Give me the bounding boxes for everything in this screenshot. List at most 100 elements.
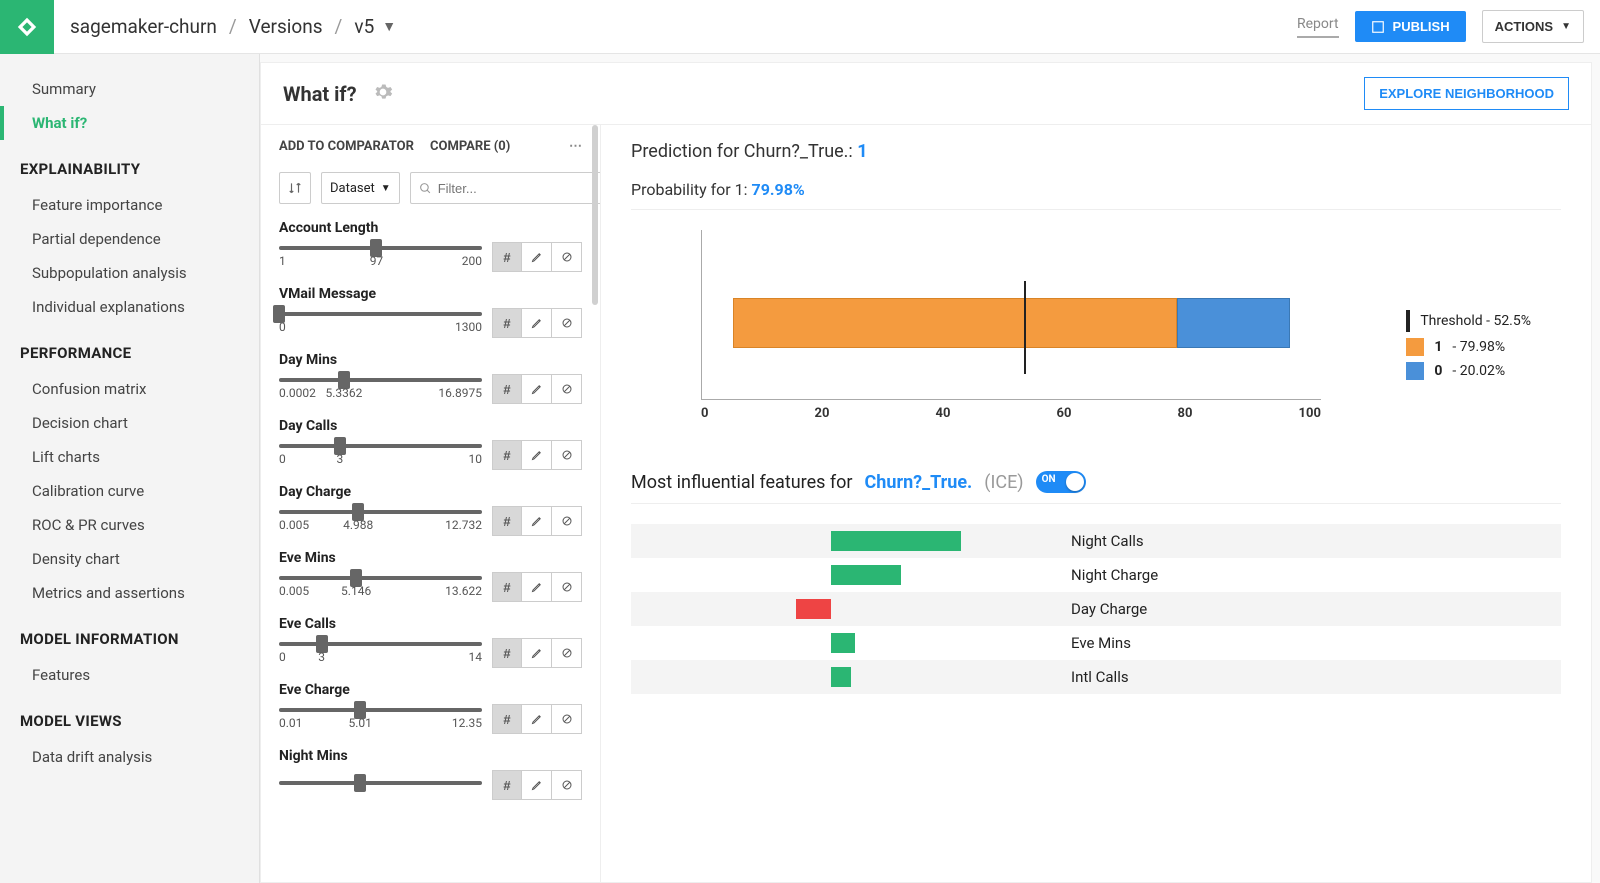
breadcrumb-version[interactable]: v5 bbox=[354, 15, 374, 38]
scrollbar[interactable] bbox=[592, 125, 598, 305]
sidebar-item-drift[interactable]: Data drift analysis bbox=[0, 740, 259, 774]
feature-slider[interactable]: 0 3 14 bbox=[279, 642, 482, 664]
sidebar-item-density[interactable]: Density chart bbox=[0, 542, 259, 576]
sidebar-item-features[interactable]: Features bbox=[0, 658, 259, 692]
feature-slider[interactable]: 0.005 5.146 13.622 bbox=[279, 576, 482, 598]
feature-slider[interactable]: 0.0002 5.3362 16.8975 bbox=[279, 378, 482, 400]
breadcrumb-versions[interactable]: Versions bbox=[249, 15, 323, 38]
sidebar-item-calibration[interactable]: Calibration curve bbox=[0, 474, 259, 508]
sidebar-item-subpopulation[interactable]: Subpopulation analysis bbox=[0, 256, 259, 290]
chevron-down-icon: ▼ bbox=[381, 183, 391, 194]
publish-button[interactable]: PUBLISH bbox=[1355, 11, 1466, 42]
feature-slider[interactable]: 0.005 4.988 12.732 bbox=[279, 510, 482, 532]
influential-bar bbox=[796, 599, 831, 619]
feature-slider[interactable]: 0 1300 bbox=[279, 312, 482, 334]
numeric-mode-button[interactable]: # bbox=[492, 506, 522, 536]
pencil-icon bbox=[531, 449, 543, 461]
sidebar-item-decision[interactable]: Decision chart bbox=[0, 406, 259, 440]
numeric-mode-button[interactable]: # bbox=[492, 374, 522, 404]
filter-input[interactable] bbox=[438, 181, 600, 196]
null-icon bbox=[561, 647, 573, 659]
actions-button[interactable]: ACTIONS ▼ bbox=[1482, 10, 1584, 43]
breadcrumb-root[interactable]: sagemaker-churn bbox=[70, 15, 217, 38]
edit-button[interactable] bbox=[522, 242, 552, 272]
sidebar-item-partial-dependence[interactable]: Partial dependence bbox=[0, 222, 259, 256]
null-icon bbox=[561, 317, 573, 329]
sidebar-item-what-if[interactable]: What if? bbox=[0, 106, 259, 140]
reset-button[interactable] bbox=[552, 638, 582, 668]
edit-button[interactable] bbox=[522, 374, 552, 404]
edit-button[interactable] bbox=[522, 704, 552, 734]
feature-name: Eve Calls bbox=[279, 616, 582, 632]
reset-button[interactable] bbox=[552, 704, 582, 734]
threshold-line bbox=[1024, 281, 1026, 374]
sidebar-item-feature-importance[interactable]: Feature importance bbox=[0, 188, 259, 222]
slider-max: 14 bbox=[469, 650, 483, 664]
compare-button[interactable]: COMPARE (0) bbox=[430, 139, 510, 154]
feature-name: Day Calls bbox=[279, 418, 582, 434]
gear-icon[interactable] bbox=[373, 82, 393, 106]
app-logo[interactable] bbox=[0, 0, 54, 54]
edit-button[interactable] bbox=[522, 572, 552, 602]
sidebar-item-lift[interactable]: Lift charts bbox=[0, 440, 259, 474]
dataset-select[interactable]: Dataset ▼ bbox=[321, 172, 400, 204]
slider-max: 12.732 bbox=[445, 518, 482, 532]
reset-button[interactable] bbox=[552, 572, 582, 602]
reset-button[interactable] bbox=[552, 440, 582, 470]
explore-neighborhood-button[interactable]: EXPLORE NEIGHBORHOOD bbox=[1364, 77, 1569, 110]
edit-button[interactable] bbox=[522, 440, 552, 470]
edit-button[interactable] bbox=[522, 770, 552, 800]
pencil-icon bbox=[531, 581, 543, 593]
numeric-mode-button[interactable]: # bbox=[492, 704, 522, 734]
sidebar-item-confusion[interactable]: Confusion matrix bbox=[0, 372, 259, 406]
add-to-comparator-button[interactable]: ADD TO COMPARATOR bbox=[279, 139, 414, 154]
null-icon bbox=[561, 383, 573, 395]
edit-button[interactable] bbox=[522, 308, 552, 338]
influential-label: Intl Calls bbox=[1071, 668, 1129, 686]
report-link[interactable]: Report bbox=[1297, 16, 1339, 38]
numeric-mode-button[interactable]: # bbox=[492, 440, 522, 470]
sidebar-section-explainability: EXPLAINABILITY bbox=[0, 140, 259, 188]
numeric-mode-button[interactable]: # bbox=[492, 572, 522, 602]
influential-bar bbox=[831, 531, 961, 551]
sidebar-item-summary[interactable]: Summary bbox=[0, 72, 259, 106]
feature-name: Eve Mins bbox=[279, 550, 582, 566]
feature-name: Day Mins bbox=[279, 352, 582, 368]
filter-input-wrap[interactable] bbox=[410, 172, 600, 204]
sidebar-item-roc[interactable]: ROC & PR curves bbox=[0, 508, 259, 542]
sidebar-item-individual[interactable]: Individual explanations bbox=[0, 290, 259, 324]
sidebar-item-metrics[interactable]: Metrics and assertions bbox=[0, 576, 259, 610]
edit-button[interactable] bbox=[522, 506, 552, 536]
feature-slider[interactable] bbox=[279, 781, 482, 789]
chevron-down-icon[interactable]: ▼ bbox=[382, 18, 396, 35]
pencil-icon bbox=[531, 383, 543, 395]
diamond-icon bbox=[14, 14, 40, 40]
influential-bar bbox=[831, 633, 855, 653]
reset-button[interactable] bbox=[552, 308, 582, 338]
x-axis-labels: 02040 6080100 bbox=[701, 406, 1321, 421]
slider-max: 1300 bbox=[455, 320, 482, 334]
reset-button[interactable] bbox=[552, 242, 582, 272]
sidebar-section-model-views: MODEL VIEWS bbox=[0, 692, 259, 740]
slider-value: 3 bbox=[318, 650, 325, 664]
more-menu-icon[interactable]: ⋯ bbox=[569, 139, 582, 154]
feature-slider[interactable]: 0 3 10 bbox=[279, 444, 482, 466]
reset-button[interactable] bbox=[552, 770, 582, 800]
slider-max: 12.35 bbox=[452, 716, 482, 730]
feature-slider[interactable]: 1 97 200 bbox=[279, 246, 482, 268]
edit-button[interactable] bbox=[522, 638, 552, 668]
feature-slider[interactable]: 0.01 5.01 12.35 bbox=[279, 708, 482, 730]
reset-button[interactable] bbox=[552, 506, 582, 536]
influential-row: Night Charge bbox=[631, 558, 1561, 592]
sort-button[interactable] bbox=[279, 172, 311, 204]
numeric-mode-button[interactable]: # bbox=[492, 308, 522, 338]
sidebar: Summary What if? EXPLAINABILITY Feature … bbox=[0, 54, 260, 883]
ice-toggle[interactable]: ON bbox=[1036, 471, 1086, 493]
page-title: What if? bbox=[283, 82, 357, 106]
numeric-mode-button[interactable]: # bbox=[492, 770, 522, 800]
null-icon bbox=[561, 515, 573, 527]
reset-button[interactable] bbox=[552, 374, 582, 404]
null-icon bbox=[561, 251, 573, 263]
numeric-mode-button[interactable]: # bbox=[492, 638, 522, 668]
numeric-mode-button[interactable]: # bbox=[492, 242, 522, 272]
